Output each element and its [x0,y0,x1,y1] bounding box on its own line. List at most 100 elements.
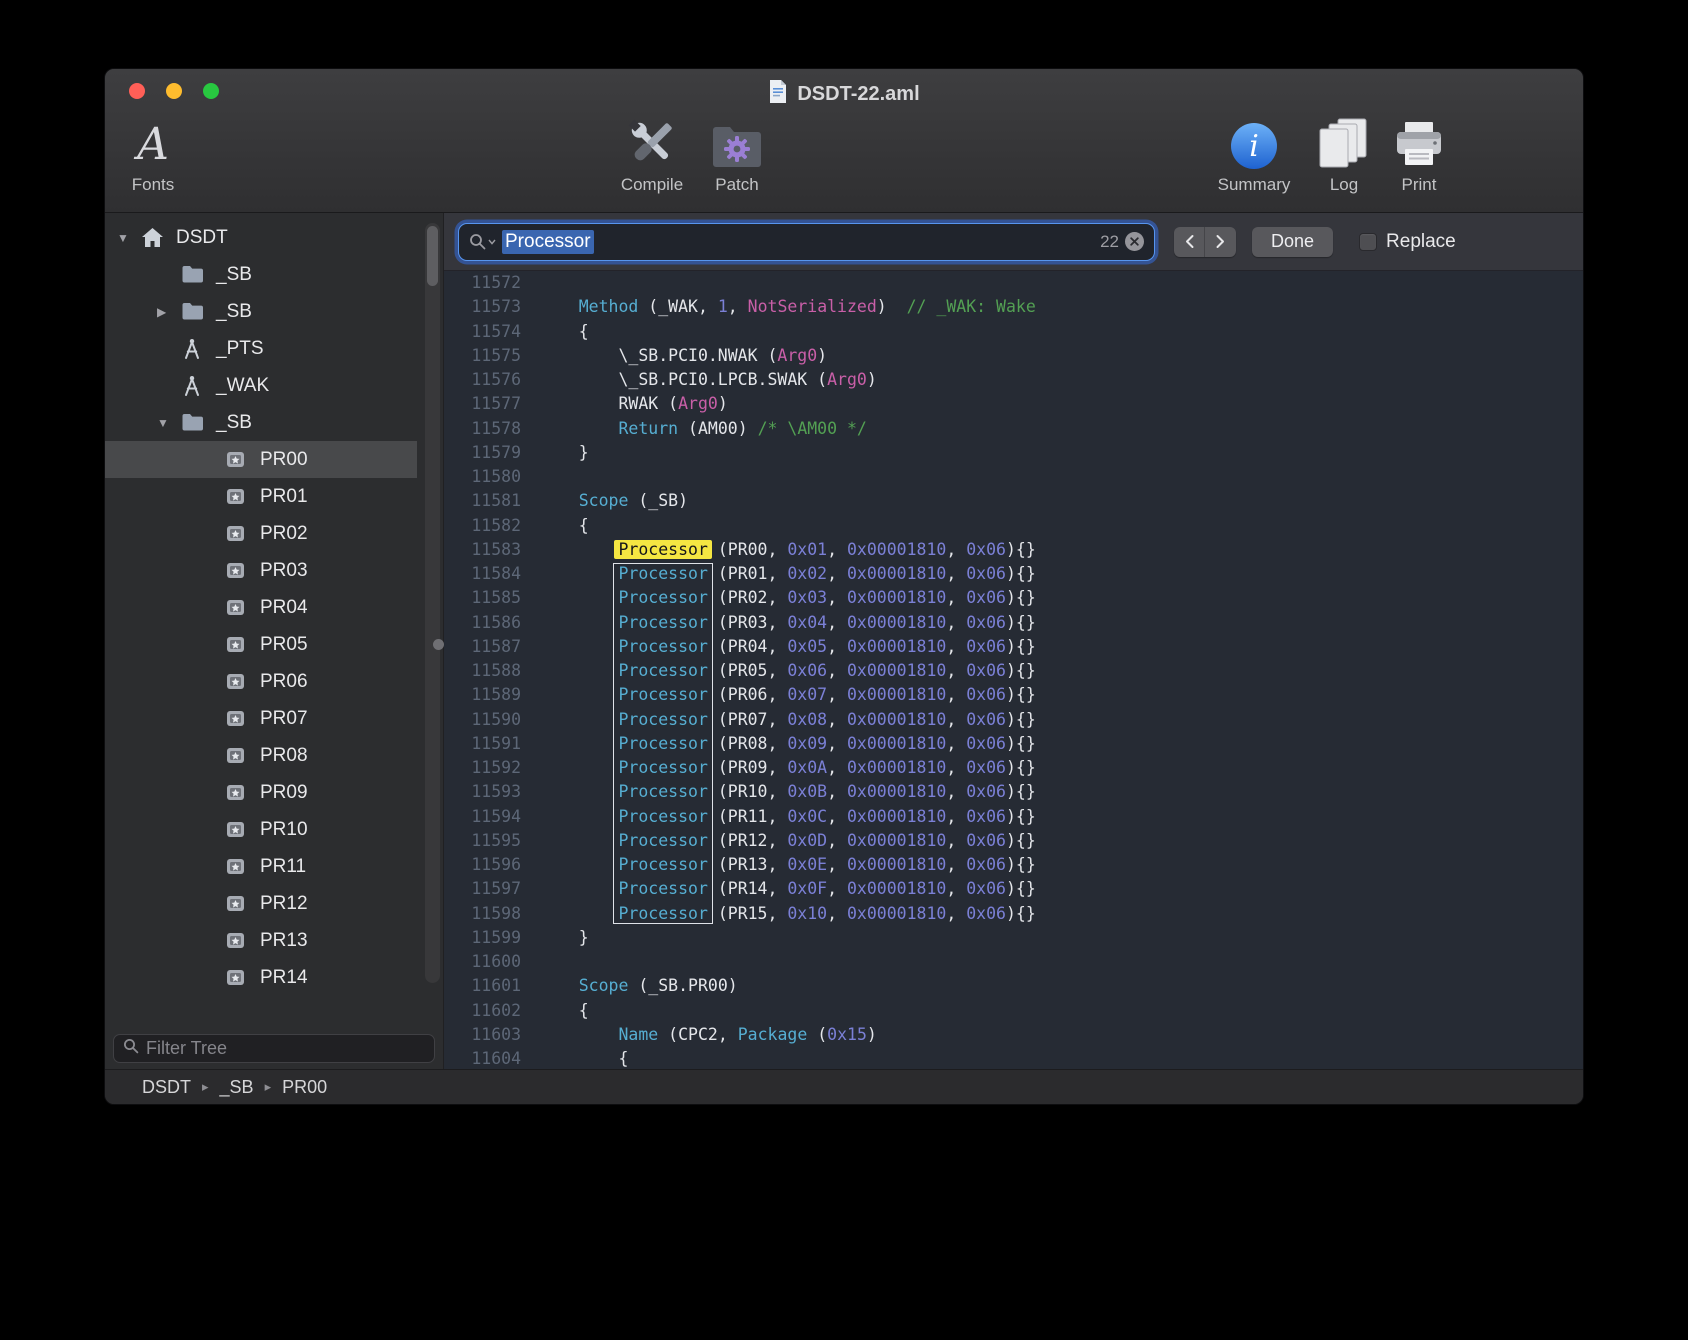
code-token: { [539,1001,589,1020]
code-token: ) [867,370,877,389]
line-number: 11584 [444,562,530,586]
disclosure-right-icon[interactable]: ▶ [157,305,181,319]
tree-item-pr04[interactable]: PR04 [105,589,417,626]
line-number: 11580 [444,465,530,489]
code-token: , [946,831,966,850]
replace-checkbox[interactable] [1359,233,1377,251]
tree-item-pr08[interactable]: PR08 [105,737,417,774]
tree-item-_sb[interactable]: _SB [105,256,417,293]
code-token: , [946,685,966,704]
code-token: 0x00001810 [847,710,946,729]
code-text: Processor (PR07, 0x08, 0x00001810, 0x06)… [539,710,1036,729]
tree-item-pr12[interactable]: PR12 [105,885,417,922]
line-number: 11598 [444,902,530,926]
code-token: 0x04 [787,613,827,632]
sidebar-scrollbar-thumb[interactable] [427,226,438,286]
clear-search-button[interactable] [1125,232,1144,251]
tree-item-pr02[interactable]: PR02 [105,515,417,552]
find-match: Processor [618,588,707,607]
find-input[interactable]: Processor 22 [458,223,1155,261]
code-line: 11584 Processor (PR01, 0x02, 0x00001810,… [444,562,1583,586]
code-token: { [539,322,589,341]
line-number: 11603 [444,1023,530,1047]
done-button[interactable]: Done [1252,227,1333,257]
code-text: \_SB.PCI0.LPCB.SWAK (Arg0) [539,370,877,389]
tree-item-_sb[interactable]: ▶_SB [105,293,417,330]
code-token: , [946,661,966,680]
code-token: (PR01, [708,564,787,583]
tree-item-pr09[interactable]: PR09 [105,774,417,811]
info-icon: i [1229,111,1279,171]
tree-item-pr06[interactable]: PR06 [105,663,417,700]
line-number: 11587 [444,635,530,659]
find-match: Processor [618,855,707,874]
code-line: 11590 Processor (PR07, 0x08, 0x00001810,… [444,708,1583,732]
code-token: ){} [1006,734,1036,753]
code-token: ){} [1006,564,1036,583]
tree-item-label: PR05 [260,634,308,656]
breadcrumb-separator: ▸ [202,1079,209,1095]
code-token: 0x06 [966,807,1006,826]
code-token: 0x06 [966,758,1006,777]
tree-item-pr10[interactable]: PR10 [105,811,417,848]
tree-item-_sb[interactable]: ▼_SB [105,404,417,441]
code-line: 11586 Processor (PR03, 0x04, 0x00001810,… [444,611,1583,635]
code-token: , [827,782,847,801]
tree-item-pr05[interactable]: PR05 [105,626,417,663]
code-editor[interactable]: 1157211573 Method (_WAK, 1, NotSerialize… [444,271,1583,1069]
code-token: 0x08 [787,710,827,729]
code-text: Name (CPC2, Package (0x15) [539,1025,877,1044]
splitter-handle[interactable] [433,639,444,650]
tree-item-pr01[interactable]: PR01 [105,478,417,515]
code-token: (PR13, [708,855,787,874]
code-token: 0x00001810 [847,588,946,607]
line-number: 11602 [444,999,530,1023]
tree-item-pr00[interactable]: PR00 [105,441,417,478]
code-text: Processor (PR08, 0x09, 0x00001810, 0x06)… [539,734,1036,753]
code-token: 0x00001810 [847,637,946,656]
disclosure-down-icon[interactable]: ▼ [117,231,141,245]
code-token: , [827,758,847,777]
code-token: 0x0E [787,855,827,874]
breadcrumb-item[interactable]: PR00 [282,1077,327,1098]
disclosure-down-icon[interactable]: ▼ [157,416,181,430]
tree-item-pr14[interactable]: PR14 [105,959,417,991]
code-token: Scope [579,976,629,995]
code-token: 0x06 [966,855,1006,874]
tree-item-pr03[interactable]: PR03 [105,552,417,589]
code-line: 11600 [444,950,1583,974]
tree-item-pr11[interactable]: PR11 [105,848,417,885]
search-menu-icon[interactable] [469,233,496,250]
find-previous-button[interactable] [1174,227,1205,257]
definition-icon [225,634,251,655]
tree-item-label: PR04 [260,597,308,619]
line-number: 11589 [444,683,530,707]
fonts-button[interactable]: A Fonts [104,111,213,195]
tree-item-label: PR03 [260,560,308,582]
tree-item-pr07[interactable]: PR07 [105,700,417,737]
breadcrumb-item[interactable]: _SB [220,1077,254,1098]
filter-tree-input[interactable] [146,1038,425,1059]
tree-item-_wak[interactable]: _WAK [105,367,417,404]
folder-icon [181,265,207,284]
code-line: 11604 { [444,1047,1583,1069]
log-label: Log [1330,175,1358,195]
tree-item-_pts[interactable]: _PTS [105,330,417,367]
tree-item-dsdt[interactable]: ▼DSDT [105,219,417,256]
patch-button[interactable]: Patch [677,111,797,195]
code-token: 0x00001810 [847,782,946,801]
tree-item-pr13[interactable]: PR13 [105,922,417,959]
sidebar-scrollbar[interactable] [425,223,440,983]
code-token: 0x00001810 [847,734,946,753]
code-text: Processor (PR13, 0x0E, 0x00001810, 0x06)… [539,855,1036,874]
code-token [539,879,618,898]
find-next-button[interactable] [1205,227,1236,257]
code-token: Name [618,1025,658,1044]
print-button[interactable]: Print [1359,111,1479,195]
code-token [539,419,618,438]
line-number: 11591 [444,732,530,756]
code-line: 11580 [444,465,1583,489]
definition-icon [225,856,251,877]
code-token: 0x00001810 [847,831,946,850]
breadcrumb-item[interactable]: DSDT [142,1077,191,1098]
